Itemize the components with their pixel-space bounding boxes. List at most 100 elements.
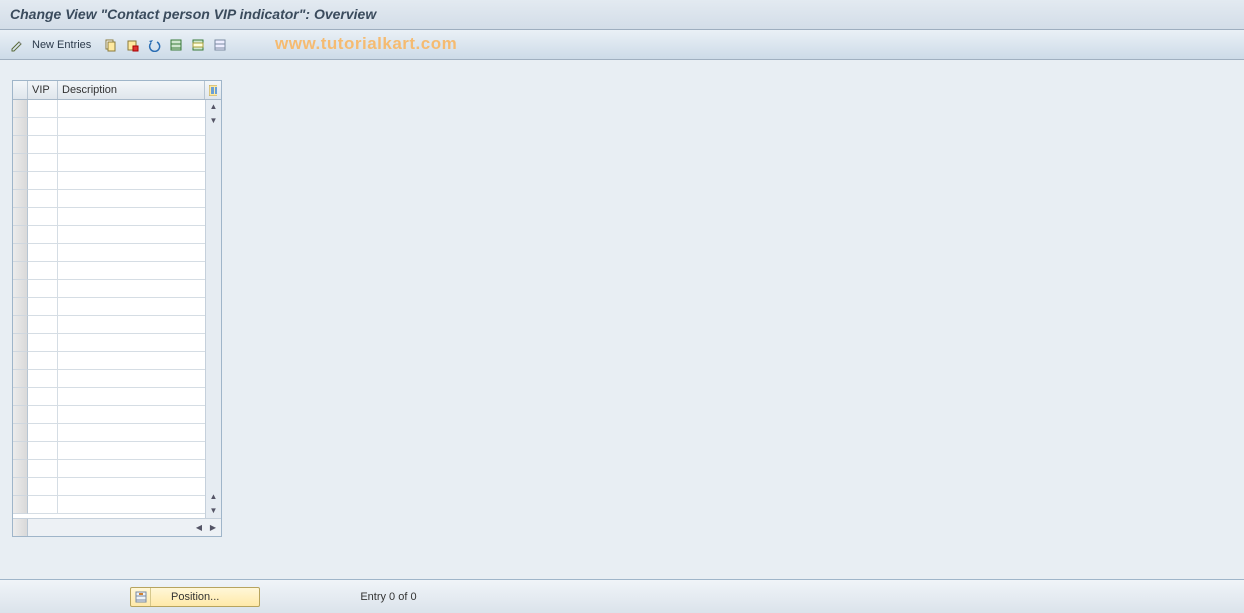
table-row[interactable] xyxy=(13,478,205,496)
cell-vip[interactable] xyxy=(28,478,58,496)
cell-vip[interactable] xyxy=(28,316,58,334)
cell-description[interactable] xyxy=(58,280,205,298)
column-header-description[interactable]: Description xyxy=(58,81,205,99)
column-header-vip[interactable]: VIP xyxy=(28,81,58,99)
cell-description[interactable] xyxy=(58,352,205,370)
cell-vip[interactable] xyxy=(28,154,58,172)
row-selector[interactable] xyxy=(13,136,28,154)
table-row[interactable] xyxy=(13,352,205,370)
cell-description[interactable] xyxy=(58,226,205,244)
table-row[interactable] xyxy=(13,316,205,334)
cell-description[interactable] xyxy=(58,244,205,262)
table-row[interactable] xyxy=(13,496,205,514)
deselect-all-icon[interactable] xyxy=(211,36,229,54)
footer-row-selector[interactable] xyxy=(13,519,28,536)
table-row[interactable] xyxy=(13,136,205,154)
cell-vip[interactable] xyxy=(28,334,58,352)
cell-description[interactable] xyxy=(58,442,205,460)
cell-description[interactable] xyxy=(58,172,205,190)
cell-vip[interactable] xyxy=(28,424,58,442)
cell-description[interactable] xyxy=(58,370,205,388)
cell-description[interactable] xyxy=(58,460,205,478)
cell-vip[interactable] xyxy=(28,136,58,154)
table-row[interactable] xyxy=(13,154,205,172)
cell-description[interactable] xyxy=(58,334,205,352)
cell-description[interactable] xyxy=(58,496,205,514)
table-row[interactable] xyxy=(13,280,205,298)
row-selector[interactable] xyxy=(13,406,28,424)
copy-icon[interactable] xyxy=(101,36,119,54)
table-row[interactable] xyxy=(13,460,205,478)
cell-vip[interactable] xyxy=(28,280,58,298)
row-selector[interactable] xyxy=(13,424,28,442)
row-selector[interactable] xyxy=(13,298,28,316)
row-selector[interactable] xyxy=(13,388,28,406)
table-row[interactable] xyxy=(13,334,205,352)
scroll-up2-icon[interactable]: ▲ xyxy=(206,490,221,504)
cell-vip[interactable] xyxy=(28,262,58,280)
row-selector[interactable] xyxy=(13,442,28,460)
row-selector-header[interactable] xyxy=(13,81,28,99)
horizontal-scrollbar[interactable]: ◀ ▶ xyxy=(28,522,221,534)
row-selector[interactable] xyxy=(13,334,28,352)
row-selector[interactable] xyxy=(13,100,28,118)
row-selector[interactable] xyxy=(13,172,28,190)
row-selector[interactable] xyxy=(13,352,28,370)
row-selector[interactable] xyxy=(13,496,28,514)
cell-description[interactable] xyxy=(58,154,205,172)
cell-description[interactable] xyxy=(58,388,205,406)
new-entries-button[interactable]: New Entries xyxy=(30,39,97,51)
cell-description[interactable] xyxy=(58,298,205,316)
row-selector[interactable] xyxy=(13,154,28,172)
cell-description[interactable] xyxy=(58,406,205,424)
delete-icon[interactable] xyxy=(123,36,141,54)
row-selector[interactable] xyxy=(13,316,28,334)
cell-vip[interactable] xyxy=(28,190,58,208)
table-row[interactable] xyxy=(13,298,205,316)
row-selector[interactable] xyxy=(13,208,28,226)
row-selector[interactable] xyxy=(13,244,28,262)
scroll-right-icon[interactable]: ▶ xyxy=(207,522,219,534)
table-row[interactable] xyxy=(13,406,205,424)
cell-description[interactable] xyxy=(58,136,205,154)
table-row[interactable] xyxy=(13,388,205,406)
cell-vip[interactable] xyxy=(28,496,58,514)
cell-description[interactable] xyxy=(58,316,205,334)
cell-vip[interactable] xyxy=(28,172,58,190)
cell-description[interactable] xyxy=(58,190,205,208)
cell-vip[interactable] xyxy=(28,118,58,136)
vertical-scrollbar[interactable]: ▲ ▼ ▲ ▼ xyxy=(205,100,221,518)
scroll-down2-icon[interactable]: ▼ xyxy=(206,504,221,518)
cell-description[interactable] xyxy=(58,262,205,280)
row-selector[interactable] xyxy=(13,226,28,244)
cell-vip[interactable] xyxy=(28,442,58,460)
cell-description[interactable] xyxy=(58,478,205,496)
cell-vip[interactable] xyxy=(28,388,58,406)
cell-vip[interactable] xyxy=(28,352,58,370)
table-row[interactable] xyxy=(13,172,205,190)
cell-vip[interactable] xyxy=(28,226,58,244)
row-selector[interactable] xyxy=(13,262,28,280)
cell-description[interactable] xyxy=(58,100,205,118)
row-selector[interactable] xyxy=(13,280,28,298)
table-row[interactable] xyxy=(13,208,205,226)
cell-vip[interactable] xyxy=(28,100,58,118)
cell-vip[interactable] xyxy=(28,460,58,478)
row-selector[interactable] xyxy=(13,478,28,496)
position-button[interactable]: Position... xyxy=(130,587,260,607)
table-row[interactable] xyxy=(13,442,205,460)
table-row[interactable] xyxy=(13,424,205,442)
row-selector[interactable] xyxy=(13,370,28,388)
cell-vip[interactable] xyxy=(28,298,58,316)
cell-vip[interactable] xyxy=(28,208,58,226)
row-selector[interactable] xyxy=(13,460,28,478)
select-block-icon[interactable] xyxy=(189,36,207,54)
table-row[interactable] xyxy=(13,244,205,262)
scroll-left-icon[interactable]: ◀ xyxy=(193,522,205,534)
select-all-icon[interactable] xyxy=(167,36,185,54)
cell-vip[interactable] xyxy=(28,370,58,388)
table-config-icon[interactable] xyxy=(205,81,221,99)
toggle-edit-icon[interactable] xyxy=(8,36,26,54)
table-row[interactable] xyxy=(13,262,205,280)
undo-icon[interactable] xyxy=(145,36,163,54)
